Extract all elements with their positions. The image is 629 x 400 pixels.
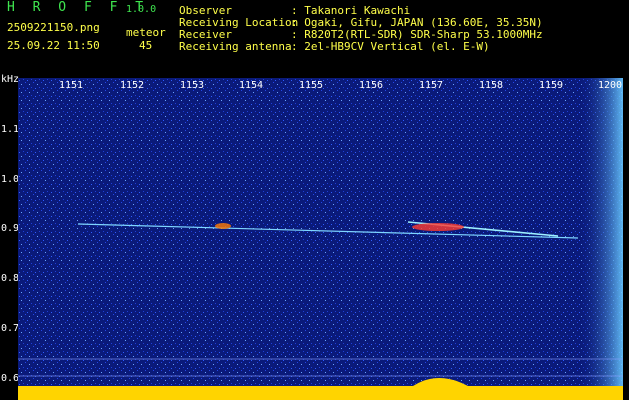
meteor-echo-hot: [215, 223, 231, 229]
app-version: 1.0.0: [126, 4, 157, 15]
axis-unit: kHz: [1, 74, 20, 85]
x-tick-label: 1159: [539, 80, 564, 91]
info-value-antenna: : 2el-HB9CV Vertical (el. E-W): [291, 40, 490, 53]
header-bar: H R O F F T 1.0.0 2509221150.png meteor …: [0, 0, 629, 78]
y-tick-label: 0.9: [1, 223, 20, 234]
meteor-label: meteor: [126, 26, 166, 39]
noise-background: [18, 78, 623, 400]
x-tick-label: 1155: [299, 80, 324, 91]
file-name: 2509221150.png: [7, 21, 100, 34]
y-tick-label: 0.7: [1, 323, 20, 334]
y-tick-label: 1.0: [1, 174, 20, 185]
x-tick-label: 1158: [479, 80, 504, 91]
meteor-count: 45: [139, 39, 153, 52]
x-tick-label: 1151: [59, 80, 84, 91]
capture-datetime: 25.09.22 11:50: [7, 39, 100, 52]
spectrogram-canvas: [18, 78, 623, 400]
y-tick-label: 1.1: [1, 124, 20, 135]
signal-level-bar: [18, 386, 623, 400]
spectrogram-plot: [18, 78, 623, 400]
meteor-echo-hot: [412, 223, 464, 231]
band-edge-noise: [578, 78, 623, 400]
x-tick-label: 1153: [180, 80, 205, 91]
x-tick-label: 1156: [359, 80, 384, 91]
y-tick-label: 0.6: [1, 373, 20, 384]
y-tick-label: 0.8: [1, 273, 20, 284]
x-tick-label: 1154: [239, 80, 264, 91]
info-label-antenna: Receiving antenna: [179, 40, 292, 53]
x-tick-label: 1157: [419, 80, 444, 91]
x-tick-label: 1200: [598, 80, 623, 91]
x-tick-label: 1152: [120, 80, 145, 91]
